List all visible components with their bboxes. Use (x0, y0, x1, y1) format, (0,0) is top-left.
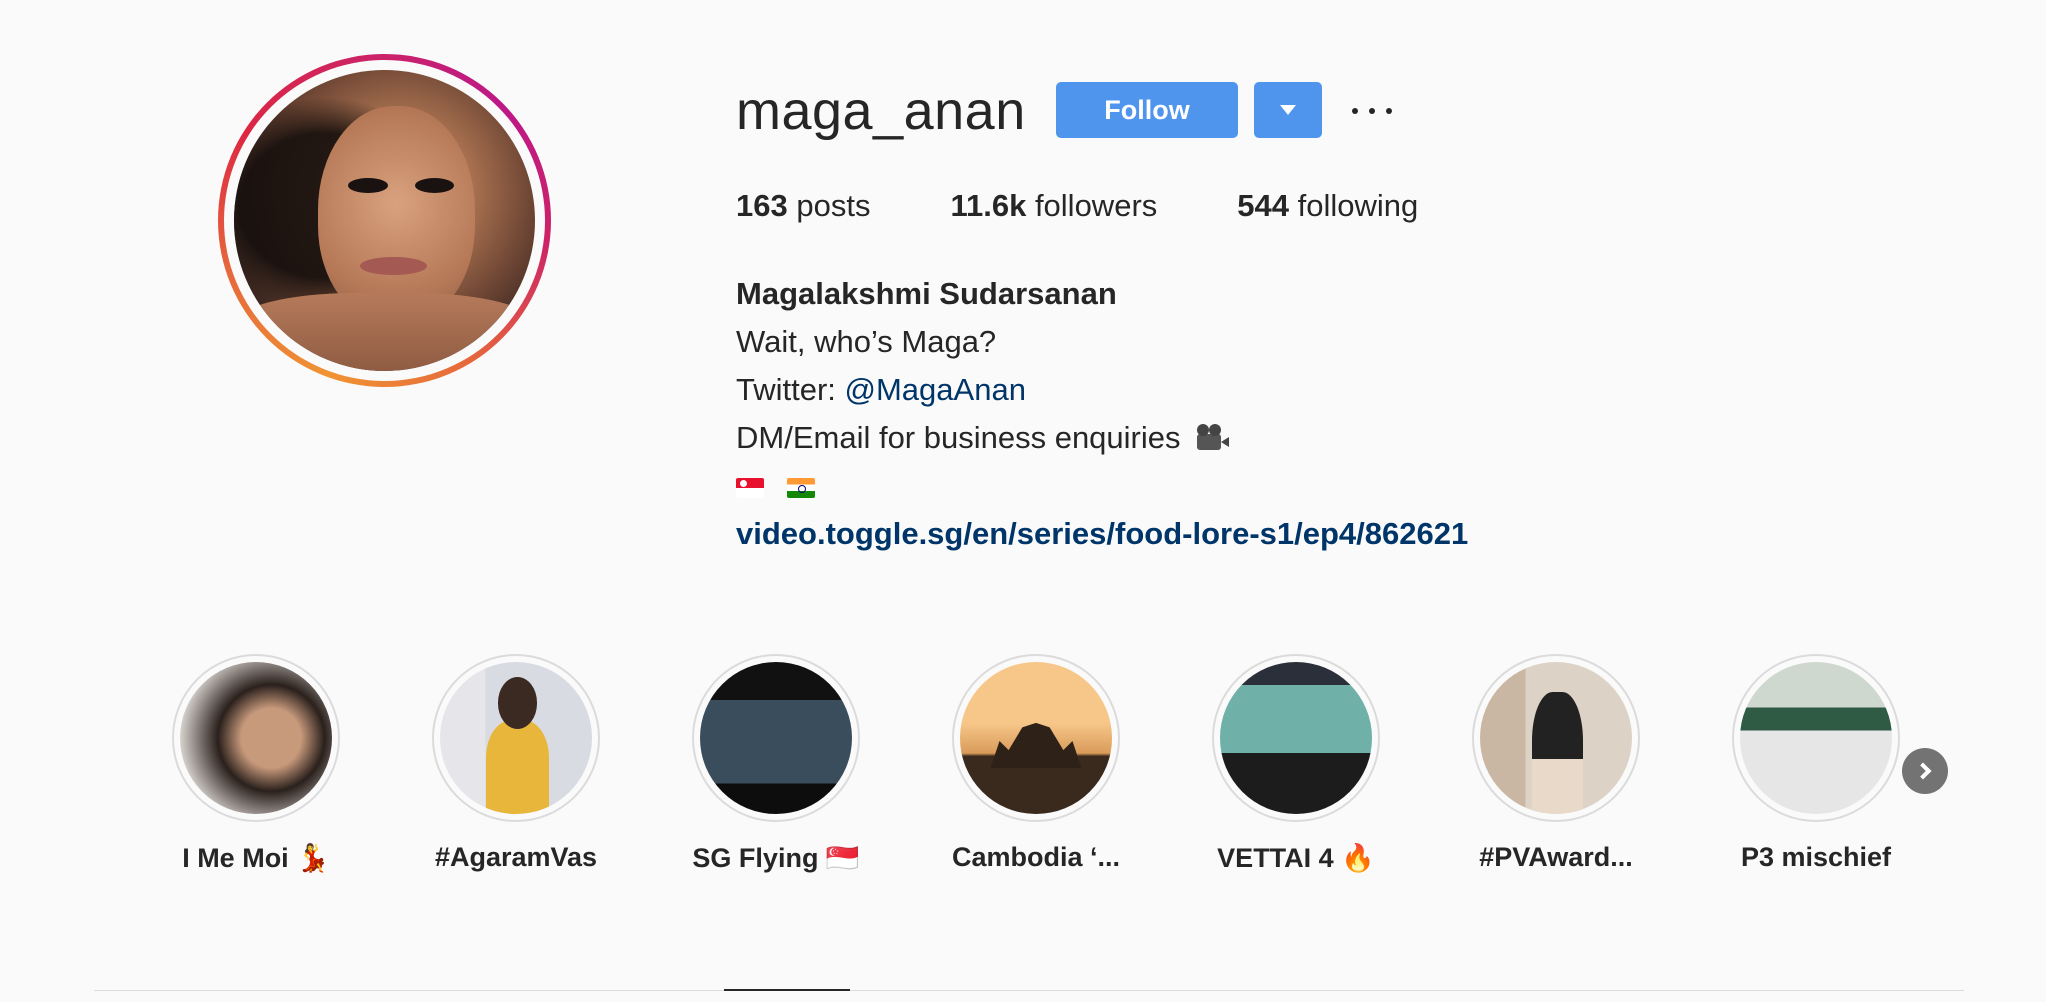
caret-down-icon (1280, 105, 1296, 115)
highlight-item[interactable]: VETTAI 4 🔥 (1212, 654, 1380, 874)
highlight-item[interactable]: #AgaramVas (432, 654, 600, 874)
full-name: Magalakshmi Sudarsanan (736, 276, 1117, 311)
highlight-item[interactable]: #PVAward... (1472, 654, 1640, 874)
highlight-label: SG Flying 🇸🇬 (692, 843, 860, 873)
highlight-label: I Me Moi 💃 (182, 843, 330, 873)
bio-business-line: DM/Email for business enquiries (736, 414, 1468, 462)
highlight-cover (180, 662, 332, 814)
highlight-cover (1220, 662, 1372, 814)
highlight-item[interactable]: SG Flying 🇸🇬 (692, 654, 860, 874)
more-options-button[interactable] (1352, 96, 1392, 126)
suggested-dropdown-button[interactable] (1254, 82, 1322, 138)
story-highlights: I Me Moi 💃 #AgaramVas SG Flying 🇸🇬 Cambo… (172, 654, 1992, 874)
avatar (234, 70, 535, 371)
posts-count: 163 posts (736, 188, 871, 223)
highlight-label: Cambodia ‘... (951, 842, 1121, 872)
highlight-cover (700, 662, 852, 814)
tabs-divider (94, 990, 1964, 991)
following-link[interactable]: 544 following (1237, 188, 1418, 224)
active-tab-indicator (724, 989, 850, 991)
bio-external-link[interactable]: video.toggle.sg/en/series/food-lore-s1/e… (736, 510, 1468, 558)
highlight-label: P3 mischief (1740, 842, 1892, 872)
india-flag-icon (786, 477, 815, 498)
profile-stats: 163 posts 11.6k followers 544 following (736, 188, 1498, 224)
profile-bio: Magalakshmi Sudarsanan Wait, who’s Maga?… (736, 270, 1468, 558)
highlight-cover (1480, 662, 1632, 814)
highlight-item[interactable]: I Me Moi 💃 (172, 654, 340, 874)
twitter-handle-link[interactable]: @MagaAnan (845, 372, 1026, 407)
highlight-cover (440, 662, 592, 814)
profile-page: maga_anan Follow 163 posts 11.6k followe… (0, 0, 2046, 1002)
bio-flags (736, 462, 1468, 510)
username: maga_anan (736, 81, 1026, 141)
follow-button[interactable]: Follow (1056, 82, 1238, 138)
highlight-label: VETTAI 4 🔥 (1217, 843, 1375, 873)
bio-twitter-line: Twitter: @MagaAnan (736, 372, 1026, 407)
ellipsis-icon (1352, 108, 1358, 114)
highlight-label: #AgaramVas (434, 842, 598, 872)
bio-line: Wait, who’s Maga? (736, 324, 997, 359)
highlight-cover (960, 662, 1112, 814)
profile-avatar-story-ring[interactable] (218, 54, 551, 387)
highlight-item[interactable]: Cambodia ‘... (952, 654, 1120, 874)
chevron-right-icon (1914, 762, 1932, 780)
highlight-item[interactable]: P3 mischief (1732, 654, 1900, 874)
highlights-next-button[interactable] (1902, 748, 1948, 794)
highlight-cover (1740, 662, 1892, 814)
movie-camera-icon (1195, 424, 1230, 452)
followers-link[interactable]: 11.6k followers (950, 188, 1157, 224)
highlight-label: #PVAward... (1479, 842, 1633, 872)
singapore-flag-icon (736, 477, 764, 498)
